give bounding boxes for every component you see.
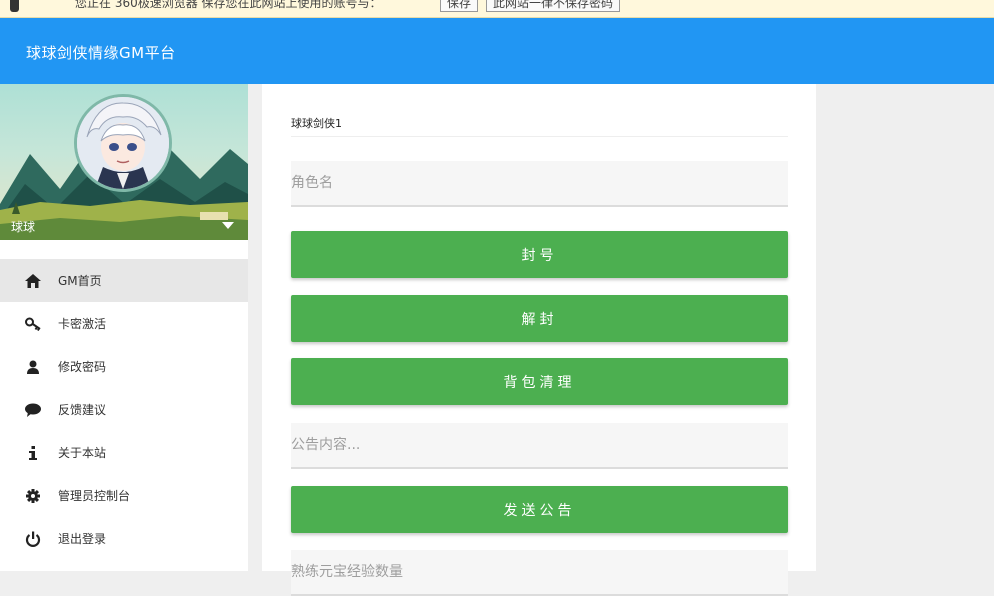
sidebar-item-feedback[interactable]: 反馈建议 [0, 388, 248, 431]
key-icon [25, 316, 41, 332]
user-icon [25, 359, 41, 375]
home-icon [25, 273, 41, 289]
role-name-input[interactable] [291, 161, 788, 207]
sidebar-menu: GM首页 卡密激活 修改密码 反馈建议 关于本站 管理员控制台 退出登录 [0, 259, 248, 560]
caret-down-icon[interactable] [222, 222, 234, 229]
send-announcement-button[interactable]: 发送公告 [291, 486, 788, 533]
sidebar-item-admin-console[interactable]: 管理员控制台 [0, 474, 248, 517]
power-icon [25, 531, 41, 547]
app-title: 球球剑侠情缘GM平台 [26, 44, 176, 62]
save-password-button[interactable]: 保存 [440, 0, 479, 12]
sidebar-item-label: 关于本站 [58, 446, 107, 460]
sidebar-item-label: 退出登录 [58, 532, 107, 546]
unban-button[interactable]: 解封 [291, 295, 788, 342]
sidebar-item-about[interactable]: 关于本站 [0, 431, 248, 474]
sidebar-item-label: 反馈建议 [58, 403, 107, 417]
save-password-message: 您正在 360极速浏览器 保存您在此网站上使用的账号与： [75, 0, 382, 10]
never-save-button[interactable]: 此网站一律不保存密码 [486, 0, 621, 12]
avatar[interactable] [74, 94, 172, 192]
anime-avatar-image [77, 97, 169, 189]
gear-icon [25, 488, 41, 504]
info-icon [25, 445, 41, 461]
server-name: 球球剑侠1 [291, 117, 342, 130]
pin-icon [10, 0, 19, 12]
sidebar-item-logout[interactable]: 退出登录 [0, 517, 248, 560]
sidebar-item-label: 管理员控制台 [58, 489, 131, 503]
sidebar-item-label: GM首页 [58, 274, 102, 288]
sidebar-item-label: 修改密码 [58, 360, 107, 374]
gm-panel: 球球剑侠1 封号 解封 背包清理 发送公告 [262, 84, 816, 596]
divider [291, 136, 788, 137]
profile-banner: 球球 [0, 84, 248, 240]
comment-icon [25, 402, 41, 418]
announcement-input[interactable] [291, 423, 788, 469]
sidebar-item-change-password[interactable]: 修改密码 [0, 345, 248, 388]
save-password-bar: 您正在 360极速浏览器 保存您在此网站上使用的账号与： 保存 此网站一律不保存… [0, 0, 994, 18]
sidebar-item-gm-home[interactable]: GM首页 [0, 259, 248, 302]
ban-button[interactable]: 封号 [291, 231, 788, 278]
username: 球球 [11, 220, 36, 234]
sidebar-item-card-activation[interactable]: 卡密激活 [0, 302, 248, 345]
clear-bag-button[interactable]: 背包清理 [291, 358, 788, 405]
amount-input[interactable] [291, 550, 788, 596]
sidebar-item-label: 卡密激活 [58, 317, 107, 331]
sidebar: 球球 GM首页 卡密激活 修改密码 反馈建议 关于本站 管理员控制台 退出登录 [0, 84, 248, 571]
app-header: 球球剑侠情缘GM平台 [0, 18, 994, 84]
